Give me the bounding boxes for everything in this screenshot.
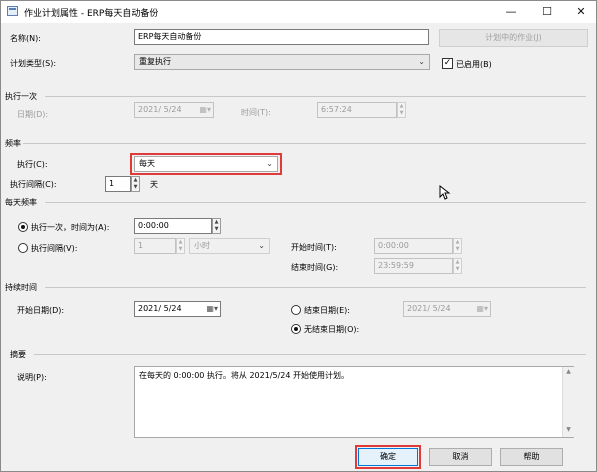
occurs-once-label: 执行一次，时间为(A):: [31, 223, 110, 232]
highlight-box: [130, 153, 282, 175]
occurs-label: 执行(C):: [17, 160, 48, 169]
jobs-in-schedule-button[interactable]: 计划中的作业(J): [439, 29, 588, 47]
description-scrollbar[interactable]: ▲ ▼: [562, 367, 574, 437]
divider: [23, 143, 586, 144]
spin-up-icon: ▲: [399, 103, 404, 109]
scroll-up-icon[interactable]: ▲: [563, 368, 574, 378]
start-date-value: 2021/ 5/24: [138, 304, 182, 313]
occurs-once-time-spinner[interactable]: ▲ ▼: [212, 218, 221, 234]
calendar-icon[interactable]: ▦▾: [206, 302, 218, 316]
divider: [45, 202, 586, 203]
enabled-label: 已启用(B): [456, 60, 492, 69]
spin-down-icon: ▼: [455, 266, 460, 272]
calendar-icon[interactable]: ▦▾: [476, 302, 488, 316]
recurs-unit-label: 天: [150, 180, 158, 189]
one-time-section-title: 执行一次: [5, 92, 37, 101]
title-bar: 作业计划属性 - ERP每天自动备份 — ☐ ✕: [1, 1, 596, 23]
recurs-every-spinner[interactable]: ▲ ▼: [131, 176, 140, 192]
spin-down-icon: ▼: [133, 184, 138, 190]
start-time-label: 开始时间(T):: [291, 243, 337, 252]
end-time-spinner[interactable]: ▲ ▼: [453, 258, 462, 274]
one-time-date-value: 2021/ 5/24: [138, 105, 182, 114]
start-time-spinner[interactable]: ▲ ▼: [453, 238, 462, 254]
end-date-radio[interactable]: [291, 305, 301, 315]
maximize-button[interactable]: ☐: [530, 1, 564, 23]
schedule-type-select[interactable]: 重复执行 ⌄: [134, 54, 430, 70]
cancel-button[interactable]: 取消: [429, 448, 492, 466]
mouse-cursor-icon: [439, 185, 451, 200]
spin-up-icon: ▲: [178, 239, 183, 245]
one-time-time-input[interactable]: 6:57:24: [317, 102, 397, 118]
schedule-type-value: 重复执行: [139, 57, 171, 66]
end-time-input[interactable]: 23:59:59: [374, 258, 453, 274]
spin-up-icon: ▲: [455, 259, 460, 265]
occurs-once-time-input[interactable]: 0:00:00: [134, 218, 212, 234]
occurs-once-radio[interactable]: [18, 222, 28, 232]
occurs-every-input[interactable]: 1: [134, 238, 176, 254]
one-time-date-input[interactable]: 2021/ 5/24 ▦▾: [134, 102, 214, 118]
description-label: 说明(P):: [17, 373, 47, 382]
chevron-down-icon: ⌄: [258, 241, 265, 250]
start-date-input[interactable]: 2021/ 5/24 ▦▾: [134, 301, 221, 317]
occurs-every-spinner[interactable]: ▲ ▼: [176, 238, 185, 254]
recurs-every-label: 执行间隔(C):: [10, 180, 57, 189]
highlight-box: [355, 445, 421, 469]
spin-up-icon: ▲: [133, 177, 138, 183]
end-date-label: 结束日期(E):: [304, 306, 350, 315]
recurs-every-input[interactable]: 1: [105, 176, 131, 192]
spin-down-icon: ▼: [178, 246, 183, 252]
chevron-down-icon: ⌄: [418, 57, 425, 66]
start-date-label: 开始日期(D):: [17, 306, 65, 315]
app-icon: [7, 6, 18, 16]
end-date-input[interactable]: 2021/ 5/24 ▦▾: [403, 301, 491, 317]
schedule-type-label: 计划类型(S):: [10, 59, 57, 68]
summary-section-title: 摘要: [10, 350, 26, 359]
name-label: 名称(N):: [10, 34, 41, 43]
no-end-date-label: 无结束日期(O):: [304, 325, 360, 334]
one-time-time-label: 时间(T):: [241, 108, 271, 117]
frequency-section-title: 频率: [5, 139, 21, 148]
one-time-date-label: 日期(D):: [17, 110, 49, 119]
spin-down-icon: ▼: [214, 226, 219, 232]
calendar-icon[interactable]: ▦▾: [199, 103, 211, 117]
occurs-every-radio[interactable]: [18, 243, 28, 253]
spin-down-icon: ▼: [455, 246, 460, 252]
close-button[interactable]: ✕: [564, 1, 596, 23]
description-box[interactable]: 在每天的 0:00:00 执行。将从 2021/5/24 开始使用计划。: [134, 366, 574, 438]
daily-frequency-section-title: 每天频率: [5, 198, 37, 207]
divider: [45, 287, 586, 288]
spin-up-icon: ▲: [214, 219, 219, 225]
occurs-every-unit-select[interactable]: 小时 ⌄: [189, 238, 270, 254]
enabled-checkbox[interactable]: ✓: [442, 58, 453, 69]
end-time-label: 结束时间(G):: [291, 263, 339, 272]
divider: [45, 96, 586, 97]
occurs-every-unit-value: 小时: [194, 241, 210, 250]
duration-section-title: 持续时间: [5, 283, 37, 292]
minimize-button[interactable]: —: [494, 1, 528, 23]
occurs-every-label: 执行间隔(V):: [31, 244, 78, 253]
scroll-down-icon[interactable]: ▼: [563, 426, 574, 436]
end-date-value: 2021/ 5/24: [407, 304, 451, 313]
dialog-window: 作业计划属性 - ERP每天自动备份 — ☐ ✕ 名称(N): ERP每天自动备…: [0, 0, 597, 472]
start-time-input[interactable]: 0:00:00: [374, 238, 453, 254]
one-time-time-spinner[interactable]: ▲ ▼: [397, 102, 406, 118]
spin-up-icon: ▲: [455, 239, 460, 245]
help-button[interactable]: 帮助: [500, 448, 563, 466]
window-title: 作业计划属性 - ERP每天自动备份: [24, 9, 159, 19]
no-end-date-radio[interactable]: [291, 324, 301, 334]
spin-down-icon: ▼: [399, 110, 404, 116]
name-input[interactable]: ERP每天自动备份: [134, 29, 429, 45]
divider: [34, 354, 586, 355]
description-text: 在每天的 0:00:00 执行。将从 2021/5/24 开始使用计划。: [139, 371, 350, 380]
